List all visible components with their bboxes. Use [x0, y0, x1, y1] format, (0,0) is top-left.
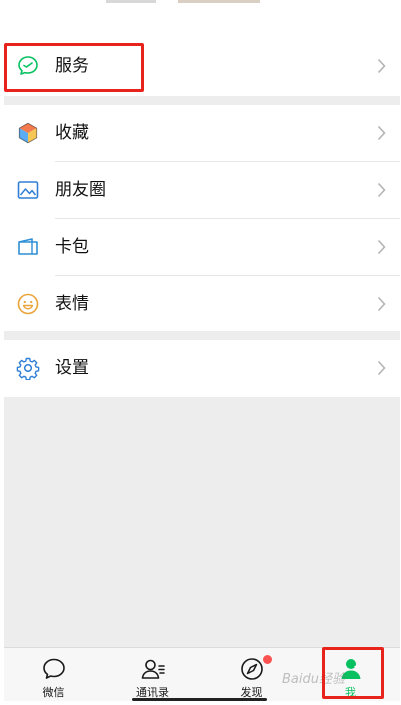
gear-icon: [16, 356, 40, 380]
chevron-right-icon: [377, 360, 386, 376]
menu-item-moments[interactable]: 朋友圈: [4, 162, 400, 219]
tab-chats[interactable]: 微信: [4, 648, 103, 701]
contacts-icon: [140, 656, 166, 682]
highlight-box-service: [4, 43, 144, 92]
tab-contacts[interactable]: 通讯录: [103, 648, 202, 701]
home-indicator: [132, 698, 267, 701]
compass-icon: [239, 656, 265, 682]
profile-image-fragment: [106, 0, 156, 3]
menu-group-settings: 设置: [4, 340, 400, 397]
moments-picture-icon: [16, 178, 40, 202]
tab-label: 微信: [42, 686, 65, 699]
menu-item-label: 收藏: [55, 123, 89, 143]
menu-item-settings[interactable]: 设置: [4, 340, 400, 397]
me-page: 服务 收藏 朋友圈 卡包 表情 设置: [4, 0, 400, 700]
chat-bubble-icon: [41, 656, 67, 682]
menu-item-stickers[interactable]: 表情: [4, 276, 400, 333]
card-wallet-icon: [16, 235, 40, 259]
chevron-right-icon: [377, 239, 386, 255]
menu-group-personal: 收藏 朋友圈 卡包 表情: [4, 105, 400, 331]
menu-item-favorites[interactable]: 收藏: [4, 105, 400, 162]
menu-item-label: 设置: [55, 358, 89, 378]
menu-item-label: 表情: [55, 294, 89, 314]
chevron-right-icon: [377, 125, 386, 141]
notification-badge: [263, 655, 272, 664]
highlight-box-me-tab: [322, 647, 384, 699]
menu-item-label: 卡包: [55, 237, 89, 257]
chevron-right-icon: [377, 58, 386, 74]
chevron-right-icon: [377, 182, 386, 198]
chevron-right-icon: [377, 296, 386, 312]
favorites-cube-icon: [16, 121, 40, 145]
profile-header-bottom: [4, 0, 400, 38]
smiley-icon: [16, 292, 40, 316]
menu-item-label: 朋友圈: [55, 180, 106, 200]
profile-image-fragment: [178, 0, 260, 3]
menu-item-card-wallet[interactable]: 卡包: [4, 219, 400, 276]
